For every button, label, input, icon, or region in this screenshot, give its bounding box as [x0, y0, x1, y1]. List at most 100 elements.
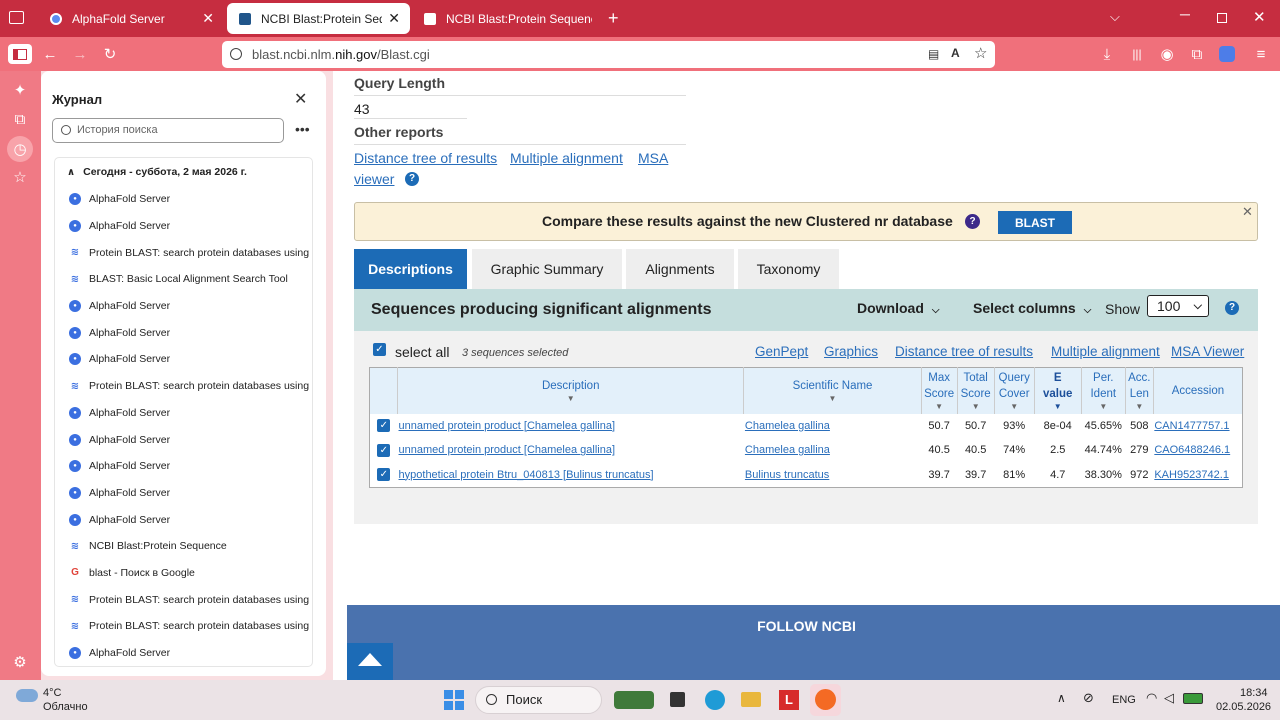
- msa-viewer-results-link[interactable]: MSA Viewer: [1171, 344, 1244, 359]
- history-item[interactable]: ≋ BLAST: Basic Local Alignment Search Too…: [55, 266, 312, 293]
- sidebar-toggle-icon[interactable]: [8, 44, 32, 64]
- firefox-icon[interactable]: [810, 684, 841, 716]
- tab-alignments[interactable]: Alignments: [626, 249, 734, 289]
- tab-taxonomy[interactable]: Taxonomy: [738, 249, 839, 289]
- close-tab-icon[interactable]: ✕: [202, 10, 214, 27]
- tab-descriptions[interactable]: Descriptions: [354, 249, 467, 289]
- col-description[interactable]: Description ▼: [397, 367, 745, 414]
- close-banner-icon[interactable]: ✕: [1242, 204, 1253, 220]
- history-item[interactable]: ● AlphaFold Server: [55, 640, 312, 666]
- panel-help-icon[interactable]: ?: [1225, 301, 1239, 315]
- accession-link[interactable]: CAN1477757.1: [1154, 420, 1229, 432]
- wifi-icon[interactable]: ◠: [1146, 690, 1157, 706]
- history-item[interactable]: ≋ NCBI Blast:Protein Sequence: [55, 533, 312, 560]
- row-checkbox[interactable]: ✓: [377, 443, 391, 457]
- extension-badge-icon[interactable]: [1219, 46, 1235, 62]
- history-group-today[interactable]: ∧ Сегодня - суббота, 2 мая 2026 г.: [55, 158, 312, 186]
- multiple-alignment-link[interactable]: Multiple alignment: [510, 150, 623, 166]
- bookmarks-icon[interactable]: ☆: [9, 166, 31, 188]
- row-checkbox[interactable]: ✓: [377, 419, 391, 433]
- distance-tree-link[interactable]: Distance tree of results: [354, 150, 497, 166]
- history-item[interactable]: Gblast - Поиск в Google: [55, 560, 312, 587]
- start-icon[interactable]: [444, 690, 464, 710]
- close-window-icon[interactable]: ✕: [1253, 8, 1266, 26]
- history-item[interactable]: ● AlphaFold Server: [55, 186, 312, 213]
- history-item[interactable]: ≋ Protein BLAST: search protein databases…: [55, 239, 312, 266]
- tab-graphic-summary[interactable]: Graphic Summary: [472, 249, 622, 289]
- blast-button[interactable]: BLAST: [998, 211, 1072, 234]
- extensions-icon[interactable]: ⧉: [1186, 44, 1208, 64]
- history-item[interactable]: ● AlphaFold Server: [55, 480, 312, 507]
- tab-ncbi-blast-active[interactable]: NCBI Blast:Protein Sequence ✕: [227, 3, 410, 34]
- tab-overview-icon[interactable]: [9, 11, 24, 24]
- close-sidebar-icon[interactable]: ✕: [294, 89, 307, 109]
- col-scientific-name[interactable]: Scientific Name ▼: [743, 367, 922, 414]
- row-checkbox[interactable]: ✓: [377, 468, 391, 481]
- description-link[interactable]: unnamed protein product [Chamelea gallin…: [399, 444, 615, 456]
- forward-icon[interactable]: →: [69, 44, 91, 64]
- history-item[interactable]: ● AlphaFold Server: [55, 213, 312, 240]
- site-info-icon[interactable]: [230, 48, 242, 60]
- col-total-score[interactable]: Total Score ▼: [957, 367, 995, 414]
- description-link[interactable]: unnamed protein product [Chamelea gallin…: [399, 420, 615, 432]
- synced-tabs-icon[interactable]: ⧉: [9, 108, 31, 130]
- description-link[interactable]: hypothetical protein Btru_040813 [Bulinu…: [399, 469, 654, 481]
- download-menu[interactable]: Download ⌵: [857, 300, 939, 316]
- clock-date[interactable]: 02.05.2026: [1216, 701, 1271, 713]
- bookmark-star-icon[interactable]: ☆: [974, 44, 987, 62]
- reader-view-icon[interactable]: ▤: [928, 47, 939, 61]
- history-item[interactable]: ≋ Protein BLAST: search protein databases…: [55, 586, 312, 613]
- account-icon[interactable]: ◉: [1156, 44, 1178, 64]
- history-search-input[interactable]: История поиска: [52, 118, 284, 143]
- volume-icon[interactable]: ◁: [1164, 690, 1174, 706]
- accession-link[interactable]: KAH9523742.1: [1154, 469, 1229, 481]
- history-item[interactable]: ● AlphaFold Server: [55, 346, 312, 373]
- col-e-value[interactable]: Evalue ▼: [1034, 367, 1082, 414]
- show-count-select[interactable]: 100 ⌵: [1147, 295, 1209, 317]
- graphics-link[interactable]: Graphics: [824, 344, 878, 359]
- genpept-link[interactable]: GenPept: [755, 344, 808, 359]
- history-item[interactable]: ● AlphaFold Server: [55, 453, 312, 480]
- network-off-icon[interactable]: ⊘: [1083, 690, 1094, 706]
- history-item[interactable]: ≋ Protein BLAST: search protein databases…: [55, 613, 312, 640]
- edge-icon[interactable]: [705, 690, 725, 710]
- customize-sidebar-icon[interactable]: ⚙: [9, 651, 31, 673]
- clock-time[interactable]: 18:34: [1240, 687, 1268, 699]
- translate-icon[interactable]: A: [951, 46, 960, 60]
- history-item[interactable]: ● AlphaFold Server: [55, 426, 312, 453]
- back-to-top-button[interactable]: [347, 643, 393, 680]
- library-icon[interactable]: |||: [1126, 44, 1148, 64]
- back-icon[interactable]: ←: [39, 44, 61, 64]
- battery-icon[interactable]: [1183, 693, 1203, 704]
- col-per-ident[interactable]: Per. Ident ▼: [1081, 367, 1126, 414]
- scientific-name-link[interactable]: Chamelea gallina: [745, 444, 830, 456]
- list-tabs-icon[interactable]: ⌵: [1110, 9, 1120, 25]
- widget-forest-icon[interactable]: [614, 691, 654, 709]
- col-acc-len[interactable]: Acc. Len ▼: [1125, 367, 1154, 414]
- distance-tree-results-link[interactable]: Distance tree of results: [895, 344, 1033, 359]
- downloads-icon[interactable]: ⤓: [1096, 44, 1118, 64]
- select-all-checkbox[interactable]: ✓: [373, 343, 386, 356]
- tab-ncbi-blast[interactable]: NCBI Blast:Protein Sequence: [412, 3, 602, 34]
- reload-icon[interactable]: ↻: [99, 44, 121, 64]
- msa-viewer-link[interactable]: MSA: [638, 150, 668, 166]
- new-tab-icon[interactable]: +: [608, 8, 619, 29]
- history-item[interactable]: ● AlphaFold Server: [55, 506, 312, 533]
- history-item[interactable]: ● AlphaFold Server: [55, 293, 312, 320]
- history-item[interactable]: ≋ Protein BLAST: search protein databases…: [55, 373, 312, 400]
- help-icon[interactable]: ?: [405, 172, 419, 186]
- history-icon[interactable]: ◷: [7, 136, 33, 162]
- scientific-name-link[interactable]: Bulinus truncatus: [745, 469, 829, 481]
- close-tab-icon[interactable]: ✕: [388, 10, 400, 27]
- ai-chatbot-icon[interactable]: ✦: [9, 79, 31, 101]
- task-view-icon[interactable]: [670, 692, 685, 707]
- tab-alphafold[interactable]: AlphaFold Server ✕: [38, 3, 224, 34]
- history-item[interactable]: ● AlphaFold Server: [55, 400, 312, 427]
- file-explorer-icon[interactable]: [741, 692, 761, 707]
- col-query-cover[interactable]: Query Cover ▼: [994, 367, 1035, 414]
- show-hidden-icons[interactable]: ∧: [1057, 691, 1066, 705]
- col-accession[interactable]: Accession: [1153, 367, 1243, 414]
- scientific-name-link[interactable]: Chamelea gallina: [745, 420, 830, 432]
- msa-viewer-link-2[interactable]: viewer: [354, 171, 394, 187]
- history-item[interactable]: ● AlphaFold Server: [55, 319, 312, 346]
